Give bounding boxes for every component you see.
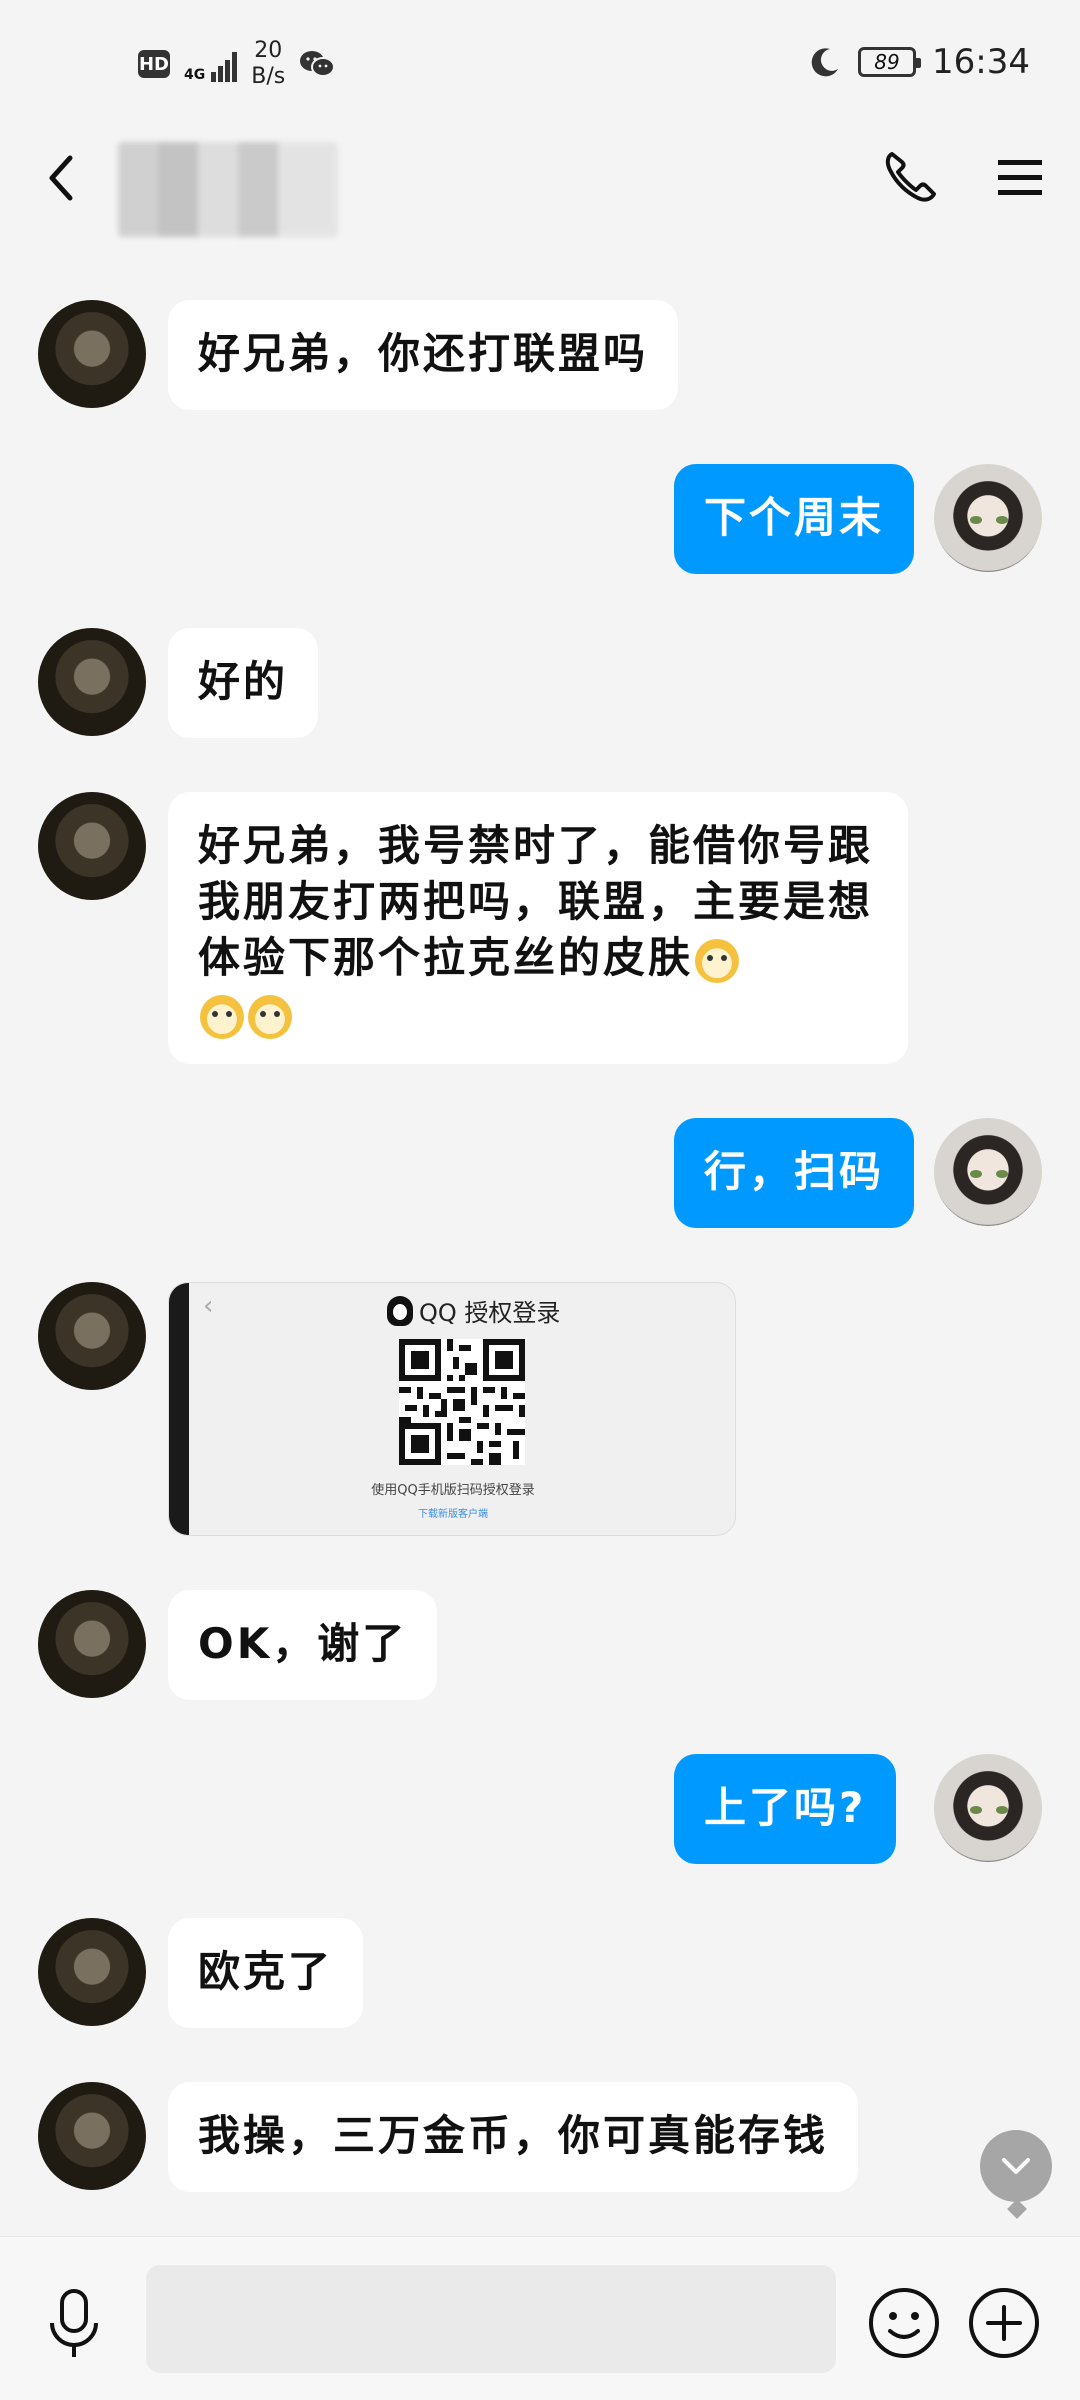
avatar[interactable]	[38, 1590, 146, 1698]
message-bubble: 好的	[168, 628, 319, 738]
message-bubble: 行，扫码	[674, 1118, 915, 1228]
doge-emoji-icon	[200, 994, 244, 1039]
wechat-icon	[300, 51, 336, 77]
message-bubble: OK，谢了	[168, 1590, 438, 1700]
message-bubble: 上了吗?	[674, 1754, 897, 1864]
status-right: 89 16:34	[808, 42, 1030, 82]
network-type: 4G	[184, 67, 206, 83]
qq-logo-icon	[387, 1295, 413, 1326]
message-bubble: 我操，三万金币，你可真能存钱	[168, 2082, 859, 2192]
net-speed: 20 B/s	[251, 38, 285, 90]
avatar[interactable]	[934, 1754, 1042, 1862]
status-left: HD 4G 20 B/s	[138, 38, 336, 90]
message-bubble: 好兄弟，我号禁时了，能借你号跟我朋友打两把吗，联盟，主要是想体验下那个拉克丝的皮…	[168, 792, 908, 1064]
qr-title-text: QQ 授权登录	[419, 1299, 561, 1327]
chevron-left-icon: ‹	[203, 1291, 214, 1321]
avatar[interactable]	[38, 1918, 146, 2026]
phone-icon[interactable]	[880, 146, 940, 206]
plus-icon[interactable]	[966, 2285, 1042, 2361]
chat-header	[0, 120, 1080, 240]
message-bubble: 下个周末	[674, 464, 915, 574]
status-bar: HD 4G 20 B/s 89 16:34	[0, 0, 1080, 120]
avatar[interactable]	[38, 2082, 146, 2190]
net-speed-value: 20	[254, 38, 283, 63]
avatar[interactable]	[38, 1282, 146, 1390]
message-bubble: 好兄弟，你还打联盟吗	[168, 300, 679, 410]
message-input[interactable]	[146, 2265, 836, 2373]
mic-icon[interactable]	[44, 2287, 104, 2363]
avatar[interactable]	[934, 464, 1042, 572]
scroll-to-bottom-button[interactable]	[980, 2130, 1052, 2202]
battery-indicator: 89	[858, 47, 922, 77]
clock: 16:34	[932, 42, 1030, 82]
net-speed-unit: B/s	[251, 64, 286, 89]
avatar[interactable]	[38, 792, 146, 900]
download-link[interactable]: 下载新版客户端	[169, 1505, 735, 1520]
signal-icon: 4G	[184, 46, 238, 83]
avatar[interactable]	[38, 628, 146, 736]
avatar[interactable]	[38, 300, 146, 408]
image-message[interactable]: ‹ QQ 授权登录 使用QQ手机版扫码授权登录 下载新版客户端	[168, 1282, 736, 1536]
message-text: 好兄弟，我号禁时了，能借你号跟我朋友打两把吗，联盟，主要是想体验下那个拉克丝的皮…	[198, 821, 874, 982]
menu-icon[interactable]	[996, 156, 1044, 200]
doge-emoji-icon	[248, 994, 292, 1039]
hd-badge: HD	[138, 50, 170, 78]
qr-code	[399, 1339, 525, 1465]
back-icon[interactable]	[40, 148, 80, 208]
qr-title: QQ 授权登录	[387, 1293, 560, 1328]
doge-emoji-icon	[695, 938, 740, 983]
input-bar	[0, 2236, 1080, 2400]
moon-icon	[811, 48, 839, 77]
qr-hint: 使用QQ手机版扫码授权登录	[371, 1483, 535, 1498]
emoji-icon[interactable]	[866, 2285, 942, 2361]
contact-name-blurred	[118, 142, 338, 237]
avatar[interactable]	[934, 1118, 1042, 1226]
chevron-down-icon	[1002, 2158, 1030, 2174]
message-bubble: 欧克了	[168, 1918, 364, 2028]
